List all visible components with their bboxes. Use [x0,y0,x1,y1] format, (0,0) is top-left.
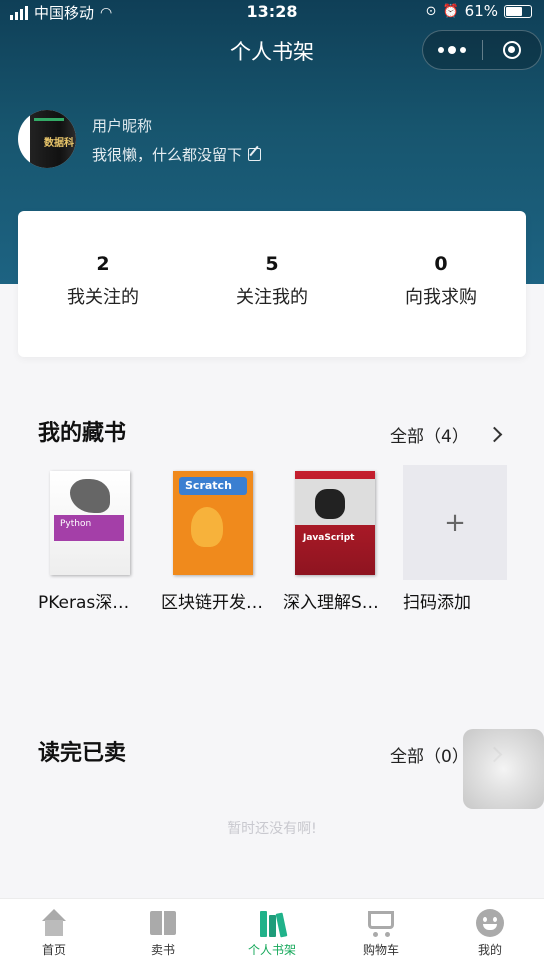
target-icon [502,41,521,59]
collection-all-label: 全部（4） [390,427,469,447]
rotation-lock-icon: ⊙ [425,3,437,19]
stat-followers-count: 5 [265,253,279,275]
stat-requests-count: 0 [434,253,448,275]
sold-all-label: 全部（0） [390,747,469,767]
scan-add-item[interactable]: + 扫码添加 [403,465,507,613]
tab-sell-label: 卖书 [150,943,175,957]
book-item[interactable]: JavaScript 深入理解Spring [283,465,387,613]
sold-title: 读完已卖 [38,741,127,766]
avatar-image: 数据科 [30,110,76,168]
cart-icon [364,909,398,937]
stat-following-label: 我关注的 [67,287,139,308]
sold-empty-text: 暂时还没有啊! [227,821,317,837]
book-title: 区块链开发实战 [161,593,265,613]
edit-icon[interactable] [248,148,262,161]
smile-icon [473,909,507,937]
tab-bar: 首页 卖书 个人书架 购物车 我的 [0,898,544,961]
tab-home[interactable]: 首页 [0,899,108,961]
tab-home-label: 首页 [41,943,66,957]
bio-text: 我很懒，什么都没留下 [92,146,243,164]
book-cover-text: Python [60,519,92,529]
tab-me[interactable]: 我的 [436,899,544,961]
tab-me-label: 我的 [477,943,502,957]
tab-bookshelf-label: 个人书架 [247,943,296,957]
stat-requests[interactable]: 0 向我求购 [361,253,521,309]
avatar-text: 数据科 [44,138,74,149]
more-icon[interactable] [423,45,482,54]
collection-all-link[interactable]: 全部（4） [390,422,503,447]
book-cover-image: Python [50,471,130,575]
book-cover-image: JavaScript [295,471,375,575]
user-nickname: 用户昵称 [92,117,153,135]
plus-icon: + [444,507,466,538]
status-right: ⊙ ⏰ 61% [426,2,532,20]
book-cover-image: Scratch [173,471,253,575]
book-cover: Python [38,465,142,580]
home-icon [37,909,71,937]
collection-title: 我的藏书 [38,421,127,446]
stat-followers[interactable]: 5 关注我的 [192,253,352,309]
stat-following-count: 2 [96,253,110,275]
book-item[interactable]: Python PKeras深度学习 [38,465,142,613]
book-title: 深入理解Spring [283,593,387,613]
tab-sell[interactable]: 卖书 [109,899,217,961]
bookshelf-icon [255,909,289,938]
book-cover: JavaScript [283,465,387,580]
avatar[interactable]: 数据科 [18,110,76,168]
add-book-button[interactable]: + [403,465,507,580]
tab-cart-label: 购物车 [362,943,399,957]
book-cover-text: JavaScript [303,533,355,543]
tab-bookshelf[interactable]: 个人书架 [218,899,326,961]
close-miniprogram-button[interactable] [482,41,541,59]
book-title: PKeras深度学习 [38,593,142,613]
book-cover: Scratch [161,465,265,580]
battery-icon [504,4,532,18]
stat-followers-label: 关注我的 [236,287,308,308]
book-item[interactable]: Scratch 区块链开发实战 [161,465,265,613]
tab-cart[interactable]: 购物车 [327,899,435,961]
scan-add-label: 扫码添加 [403,593,471,613]
assistive-touch-button[interactable] [463,729,544,809]
status-bar: 中国移动 ◠ 13:28 ⊙ ⏰ 61% [0,0,544,24]
miniprogram-capsule [422,30,542,70]
book-icon [146,909,180,937]
stat-requests-label: 向我求购 [405,287,477,308]
battery-percent: 61% [464,2,498,20]
book-cover-text: Scratch [185,479,232,492]
alarm-icon: ⏰ [442,3,459,19]
stat-following[interactable]: 2 我关注的 [23,253,183,309]
chevron-right-icon [486,426,503,443]
stats-card: 2 我关注的 5 关注我的 0 向我求购 [18,211,526,357]
user-bio[interactable]: 我很懒，什么都没留下 [92,144,262,165]
